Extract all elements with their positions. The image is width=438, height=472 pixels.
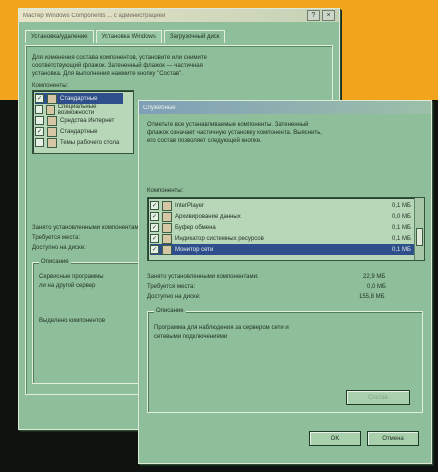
- checkbox[interactable]: ✓: [35, 94, 44, 103]
- component-size: 0,1 МБ: [392, 235, 411, 242]
- component-name: Монитор сети: [175, 246, 214, 253]
- checkbox[interactable]: ✓: [150, 212, 159, 221]
- back-required-label: Требуется места:: [32, 235, 81, 241]
- tab-boot-disk[interactable]: Загрузочный диск: [163, 30, 226, 43]
- item-label: Темы рабочего стола: [60, 139, 120, 146]
- accessories-title: Служебные: [143, 104, 176, 111]
- component-icon: [47, 137, 57, 148]
- component-icon: [162, 222, 172, 233]
- back-selected-text: Выделено компонентов: [39, 318, 106, 324]
- component-icon: [162, 211, 172, 222]
- description-label: Описание: [154, 308, 186, 314]
- space-available-value: 155,8 МБ: [359, 294, 385, 300]
- back-intro-line-2: соответствующий флажок. Затененный флажо…: [32, 63, 203, 69]
- list-item-selected[interactable]: ✓ Монитор сети 0,1 МБ: [150, 244, 414, 255]
- back-dialog-title: Мастер Windows Components ... с админист…: [23, 12, 166, 19]
- space-required-label: Требуется места:: [147, 284, 196, 290]
- list-item[interactable]: Средства Интернет: [35, 115, 123, 126]
- description-group: Описание Программа для наблюдения за сер…: [147, 308, 423, 413]
- back-intro-line-3: установка. Для выполнения нажмите кнопку…: [32, 71, 183, 77]
- component-icon: [47, 126, 57, 137]
- component-icon: [45, 104, 55, 115]
- back-description-group: Описание Сервисные программы ли на друго…: [32, 259, 144, 384]
- component-icon: [162, 200, 172, 211]
- list-item[interactable]: ✓ InterPlayer 0,1 МБ: [150, 200, 414, 211]
- back-tabs: Установка/удаление Установка Windows Заг…: [25, 30, 333, 43]
- list-item[interactable]: ✓ Индикатор системных ресурсов 0,1 МБ: [150, 233, 414, 244]
- component-name: Буфер обмена: [175, 224, 216, 231]
- description-line-1: Программа для наблюдения за сервером сет…: [154, 325, 289, 331]
- front-intro-line-2: флажок означает частичную установку комп…: [147, 130, 322, 136]
- checkbox[interactable]: [35, 105, 43, 114]
- list-item[interactable]: ✓ Стандартные: [35, 126, 123, 137]
- list-item[interactable]: ✓ Стандартные: [35, 93, 123, 104]
- checkbox[interactable]: [35, 138, 44, 147]
- back-available-label: Доступно на диске:: [32, 245, 86, 251]
- back-components-label: Компоненты:: [32, 83, 69, 89]
- component-size: 0,0 МБ: [392, 213, 411, 220]
- accessories-titlebar: Служебные: [139, 101, 431, 114]
- back-description-line-2: ли на другой сервер: [39, 283, 96, 289]
- checkbox[interactable]: ✓: [150, 223, 159, 232]
- component-name: InterPlayer: [175, 202, 205, 209]
- ok-button[interactable]: OK: [309, 431, 361, 446]
- list-item[interactable]: ✓ Буфер обмена 0,1 МБ: [150, 222, 414, 233]
- item-label: Специальные возможности: [57, 103, 97, 116]
- component-name: Архивирование данных: [175, 213, 241, 220]
- help-button[interactable]: ?: [307, 10, 320, 21]
- close-button[interactable]: ×: [322, 10, 335, 21]
- component-size: 0,1 МБ: [392, 246, 411, 253]
- details-button[interactable]: Состав: [346, 390, 410, 405]
- front-intro-line-1: Отметьте все устанавливаемые компоненты.…: [147, 122, 309, 128]
- item-label: Стандартные: [60, 95, 98, 102]
- checkbox[interactable]: [35, 116, 44, 125]
- back-used-label: Занято установленными компонентами:: [32, 225, 144, 231]
- component-icon: [162, 244, 172, 255]
- checkbox[interactable]: ✓: [150, 234, 159, 243]
- list-item[interactable]: ✓ Архивирование данных 0,0 МБ: [150, 211, 414, 222]
- back-components-list[interactable]: ✓ Стандартные Специальные возможности Сре…: [32, 90, 134, 154]
- list-item[interactable]: Темы рабочего стола: [35, 137, 123, 148]
- component-icon: [47, 93, 57, 104]
- component-icon: [162, 233, 172, 244]
- list-item[interactable]: Специальные возможности: [35, 103, 123, 116]
- space-available-label: Доступно на диске:: [147, 294, 201, 300]
- space-used-label: Занято установленными компонентами:: [147, 274, 259, 280]
- tab-add-remove[interactable]: Установка/удаление: [25, 30, 94, 43]
- scrollbar-thumb[interactable]: [416, 228, 423, 246]
- cancel-button[interactable]: Отмена: [367, 431, 419, 446]
- accessories-dialog: Служебные Отметьте все устанавливаемые к…: [138, 100, 432, 464]
- components-list[interactable]: ✓ InterPlayer 0,1 МБ ✓ Архивирование данных…: [147, 197, 425, 261]
- front-components-label: Компоненты:: [147, 188, 184, 194]
- back-description-label: Описание: [39, 259, 71, 265]
- front-intro-line-3: его состав позволяет следующей кнопке.: [147, 138, 262, 144]
- space-used-value: 22,9 МБ: [363, 274, 386, 280]
- tab-windows-setup[interactable]: Установка Windows: [95, 30, 162, 43]
- back-description-line-1: Сервисные программы: [39, 274, 104, 280]
- component-size: 0,1 МБ: [392, 224, 411, 231]
- back-dialog-titlebar: Мастер Windows Components ... с админист…: [19, 9, 339, 22]
- component-icon: [47, 115, 57, 126]
- space-required-value: 0,0 МБ: [367, 284, 386, 290]
- description-line-2: сетевыми подключениями: [154, 334, 228, 340]
- checkbox[interactable]: ✓: [150, 245, 159, 254]
- item-label: Средства Интернет: [60, 117, 115, 124]
- back-intro-line-1: Для изменения состава компонентов, устан…: [32, 55, 207, 61]
- list-scrollbar[interactable]: [414, 198, 424, 260]
- component-size: 0,1 МБ: [392, 202, 411, 209]
- item-label: Стандартные: [60, 128, 98, 135]
- checkbox[interactable]: ✓: [150, 201, 159, 210]
- component-name: Индикатор системных ресурсов: [175, 235, 264, 242]
- checkbox[interactable]: ✓: [35, 127, 44, 136]
